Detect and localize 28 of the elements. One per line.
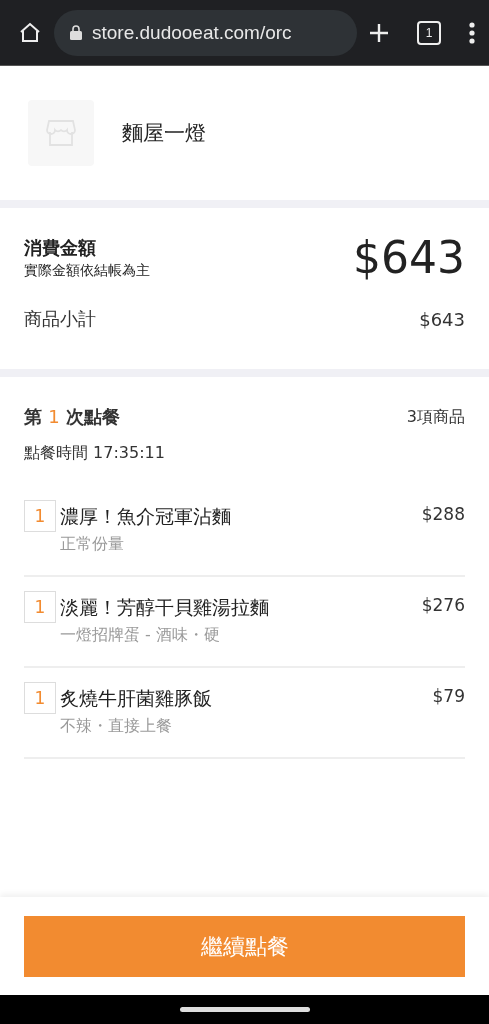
home-icon[interactable] xyxy=(18,20,42,45)
item-options: 不辣・直接上餐 xyxy=(60,716,429,737)
item-options: 正常份量 xyxy=(60,534,418,555)
total-label: 消費金額 xyxy=(24,235,97,260)
lock-icon xyxy=(70,25,82,40)
quantity-badge: 1 xyxy=(24,591,56,623)
item-price: $288 xyxy=(421,503,465,526)
item-count: 3項商品 xyxy=(406,406,465,428)
order-round-heading: 第 1 次點餐 xyxy=(24,405,120,429)
total-note: 實際金額依結帳為主 xyxy=(24,261,150,280)
item-name: 淡麗！芳醇干貝雞湯拉麵 xyxy=(60,595,270,620)
tab-count-button[interactable]: 1 xyxy=(417,20,441,45)
quantity-badge: 1 xyxy=(24,682,56,714)
item-options: 一燈招牌蛋 - 酒味・硬 xyxy=(60,625,418,646)
subtotal-label: 商品小計 xyxy=(24,307,96,331)
quantity-badge: 1 xyxy=(24,500,56,532)
item-name: 炙燒牛肝菌雞豚飯 xyxy=(60,686,213,711)
item-price: $276 xyxy=(421,594,465,617)
new-tab-icon[interactable] xyxy=(369,22,389,43)
order-time: 點餐時間 17:35:11 xyxy=(24,443,166,464)
total-amount: $643 xyxy=(353,232,465,283)
item-price: $79 xyxy=(432,685,465,708)
address-bar[interactable]: store.dudooeat.com/orc xyxy=(54,9,357,56)
store-name: 麵屋一燈 xyxy=(122,120,206,147)
menu-icon[interactable] xyxy=(469,21,475,44)
home-handle[interactable] xyxy=(179,1007,310,1012)
item-name: 濃厚！魚介冠軍沾麵 xyxy=(60,504,232,529)
subtotal-amount: $643 xyxy=(419,308,465,330)
